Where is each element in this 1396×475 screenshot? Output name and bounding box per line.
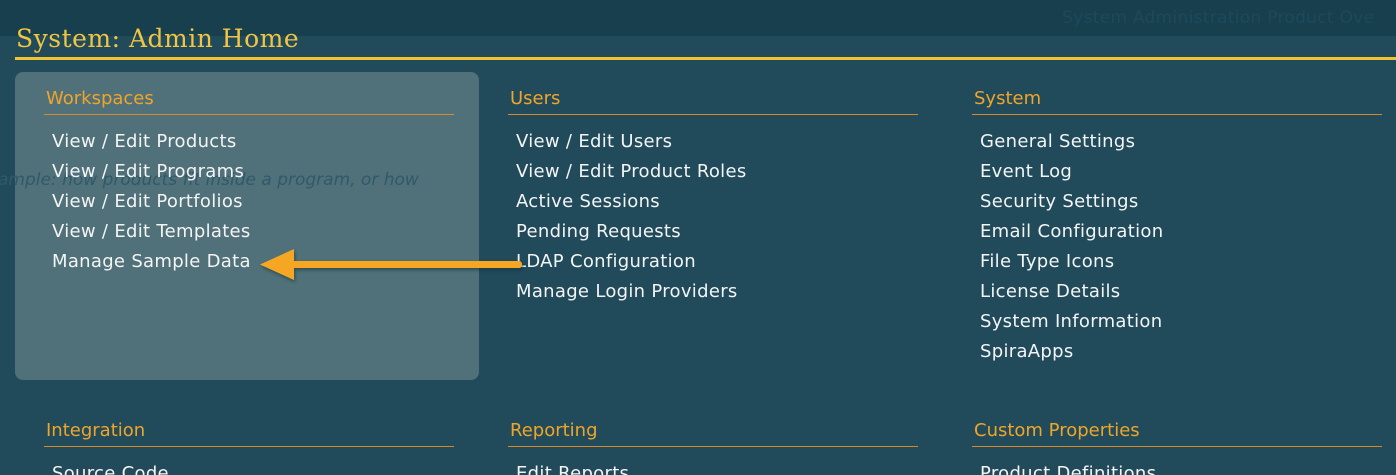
link-list: General Settings Event Log Security Sett… (972, 127, 1382, 367)
page-title: System: Admin Home (16, 24, 300, 53)
link-list: View / Edit Users View / Edit Product Ro… (508, 127, 918, 307)
title-divider (15, 57, 1396, 60)
section-title: Reporting (510, 420, 598, 441)
link-ldap-configuration[interactable]: LDAP Configuration (516, 251, 696, 272)
section-title: System (974, 88, 1042, 109)
section-integration: Integration Source Code (44, 418, 454, 475)
link-view-edit-templates[interactable]: View / Edit Templates (52, 221, 251, 242)
link-view-edit-product-roles[interactable]: View / Edit Product Roles (516, 161, 747, 182)
link-event-log[interactable]: Event Log (980, 161, 1072, 182)
link-manage-login-providers[interactable]: Manage Login Providers (516, 281, 738, 302)
section-divider (972, 446, 1382, 447)
link-list: Edit Reports (508, 459, 918, 475)
link-email-configuration[interactable]: Email Configuration (980, 221, 1163, 242)
link-file-type-icons[interactable]: File Type Icons (980, 251, 1114, 272)
link-security-settings[interactable]: Security Settings (980, 191, 1139, 212)
link-license-details[interactable]: License Details (980, 281, 1120, 302)
link-active-sessions[interactable]: Active Sessions (516, 191, 660, 212)
link-view-edit-portfolios[interactable]: View / Edit Portfolios (52, 191, 243, 212)
link-product-definitions[interactable]: Product Definitions (980, 463, 1156, 475)
link-view-edit-programs[interactable]: View / Edit Programs (52, 161, 244, 182)
ghost-header-text: System Administration Product Ove (1062, 8, 1375, 28)
arrow-shape (260, 249, 522, 280)
section-users: Users View / Edit Users View / Edit Prod… (508, 86, 918, 307)
section-title: Workspaces (46, 88, 154, 109)
admin-home-page: System Administration Product Ove System… (0, 0, 1396, 475)
section-title: Custom Properties (974, 420, 1140, 441)
link-manage-sample-data[interactable]: Manage Sample Data (52, 251, 251, 272)
link-list: Source Code (44, 459, 454, 475)
section-divider (508, 446, 918, 447)
section-reporting: Reporting Edit Reports (508, 418, 918, 475)
link-system-information[interactable]: System Information (980, 311, 1162, 332)
section-divider (508, 114, 918, 115)
link-pending-requests[interactable]: Pending Requests (516, 221, 681, 242)
section-title: Users (510, 88, 561, 109)
link-edit-reports[interactable]: Edit Reports (516, 463, 629, 475)
link-spiraapps[interactable]: SpiraApps (980, 341, 1074, 362)
link-view-edit-products[interactable]: View / Edit Products (52, 131, 237, 152)
section-divider (44, 446, 454, 447)
section-divider (44, 114, 454, 115)
link-list: Product Definitions (972, 459, 1382, 475)
section-title: Integration (46, 420, 146, 441)
section-system: System General Settings Event Log Securi… (972, 86, 1382, 367)
section-custom-properties: Custom Properties Product Definitions (972, 418, 1382, 475)
link-general-settings[interactable]: General Settings (980, 131, 1135, 152)
section-divider (972, 114, 1382, 115)
arrow-left-icon (260, 249, 522, 280)
link-source-code[interactable]: Source Code (52, 463, 169, 475)
link-view-edit-users[interactable]: View / Edit Users (516, 131, 672, 152)
